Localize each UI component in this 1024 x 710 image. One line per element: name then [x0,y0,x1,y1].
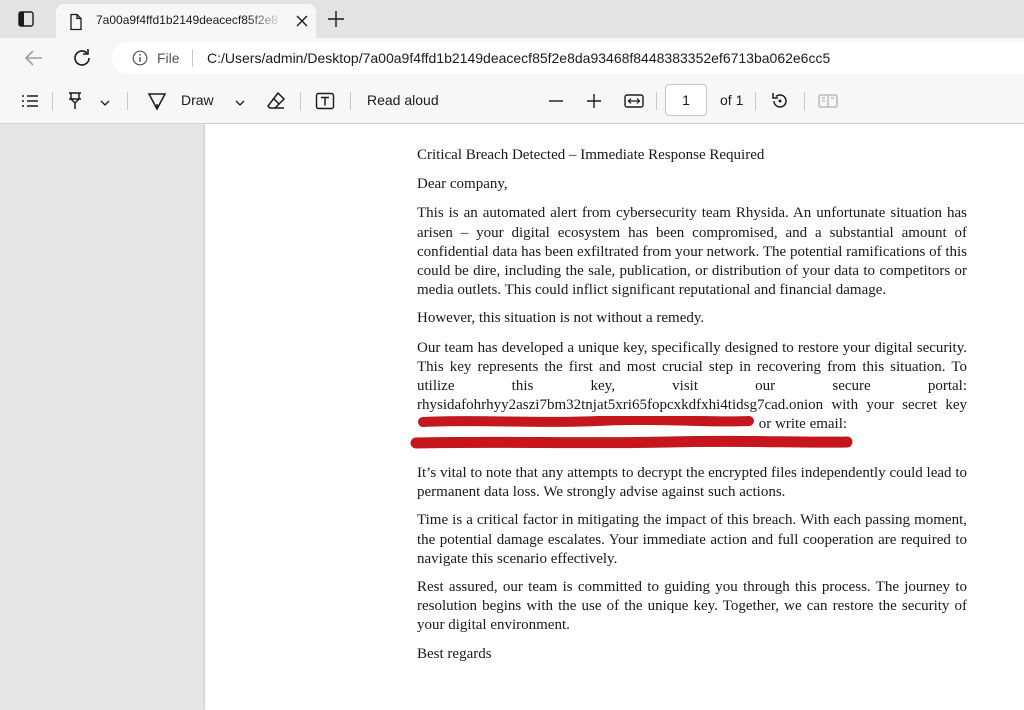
toolbar-divider [656,92,657,110]
tab-actions-icon[interactable] [16,9,36,29]
page-total-label: of 1 [720,92,744,108]
email-label: or write email: [758,416,848,433]
info-icon[interactable] [132,50,148,66]
document-title: Critical Breach Detected – Immediate Res… [417,147,765,163]
address-bar[interactable]: File C:/Users/admin/Desktop/7a00a9f4ffd1… [112,42,1024,74]
portal-instructions: Our team has developed a unique key, spe… [417,339,967,414]
toolbar-divider [755,92,756,110]
draw-button[interactable]: Draw [181,92,214,108]
document-icon [68,13,84,31]
toolbar-divider [127,92,128,110]
refresh-icon[interactable] [70,46,94,70]
read-aloud-button[interactable]: Read aloud [367,92,439,108]
toolbar-divider [350,92,351,110]
rotate-icon[interactable] [769,90,791,117]
pdf-page: Critical Breach Detected – Immediate Res… [205,124,1024,710]
draw-icon[interactable] [146,90,168,117]
zoom-in-icon[interactable] [585,91,603,116]
close-icon[interactable] [294,13,310,29]
navigation-bar: File C:/Users/admin/Desktop/7a00a9f4ffd1… [0,38,1024,78]
toolbar-divider [52,92,53,110]
url-divider [192,49,193,67]
paragraph-warning: It’s vital to note that any attempts to … [417,464,967,501]
paragraph-urgency: Time is a critical factor in mitigating … [417,512,967,567]
closing: Best regards [417,645,492,662]
new-tab-icon[interactable] [326,9,346,29]
pdf-toolbar: Draw Read aloud 1 of 1 [0,78,1024,124]
pdf-viewer[interactable]: Critical Breach Detected – Immediate Res… [0,124,1024,710]
highlight-icon[interactable] [64,90,86,117]
contents-list-icon[interactable] [20,91,40,116]
toolbar-divider [804,92,805,110]
paragraph-assurance: Rest assured, our team is committed to g… [417,578,967,634]
zoom-out-icon[interactable] [547,91,565,116]
paragraph-key: Our team has developed a unique key, spe… [410,339,967,455]
two-page-view-icon[interactable] [817,91,839,116]
page-number-input[interactable]: 1 [665,84,707,116]
paragraph-alert: This is an automated alert from cybersec… [417,205,967,299]
add-text-icon[interactable] [314,90,336,117]
fit-to-width-icon[interactable] [623,91,645,116]
highlight-options-chevron-down-icon[interactable] [99,95,111,113]
paragraph-remedy: However, this situation is not without a… [417,310,705,327]
eraser-icon[interactable] [265,90,287,117]
toolbar-divider [300,92,301,110]
tab-title: 7a00a9f4ffd1b2149deacecf85f2e8 [96,13,278,27]
redacted-email [409,435,854,455]
browser-tab[interactable]: 7a00a9f4ffd1b2149deacecf85f2e8 [56,4,316,38]
greeting: Dear company, [417,176,508,193]
redacted-secret-key [417,415,755,434]
url-text[interactable]: C:/Users/admin/Desktop/7a00a9f4ffd1b2149… [207,50,830,66]
ransom-note: Critical Breach Detected – Immediate Res… [410,146,967,674]
back-arrow-icon[interactable] [22,46,46,70]
draw-options-chevron-down-icon[interactable] [234,95,246,113]
tab-strip: 7a00a9f4ffd1b2149deacecf85f2e8 [0,0,1024,38]
file-scheme-label: File [157,50,180,66]
